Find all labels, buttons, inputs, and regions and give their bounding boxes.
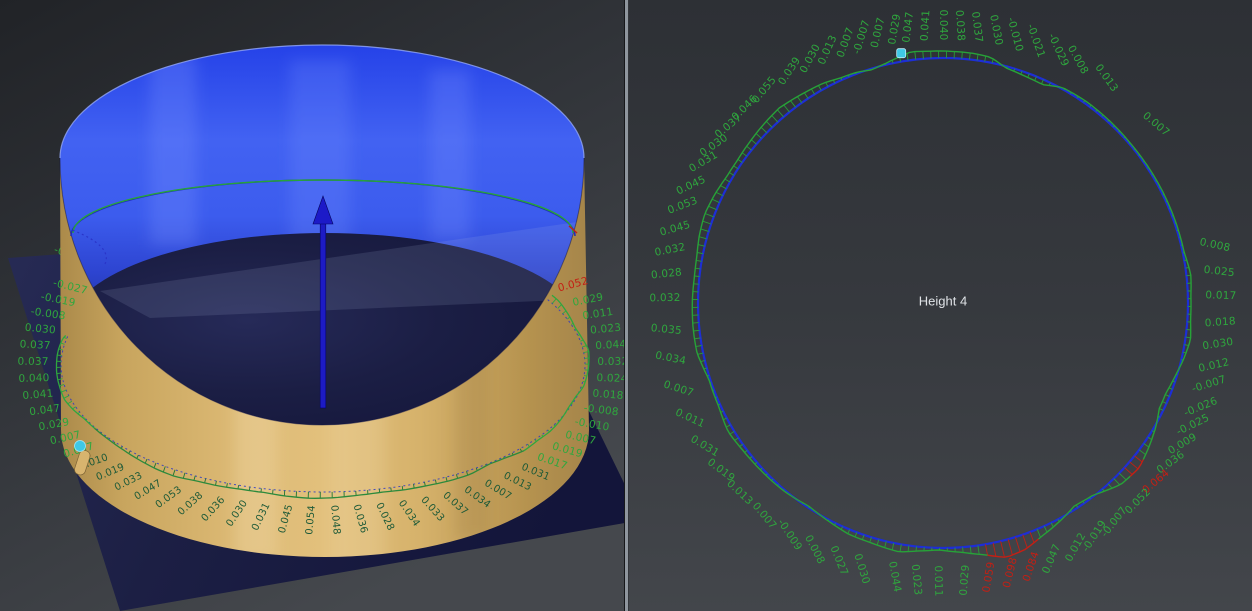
- deviation-label: 0.041: [919, 10, 933, 42]
- start-point-marker-2d[interactable]: [897, 49, 906, 58]
- view-3d-panel[interactable]: 0.0-0.01: [0, 0, 624, 611]
- deviation-label: 0.037: [18, 356, 49, 368]
- deviation-label: 0.011: [932, 565, 945, 596]
- deviation-label: 0.017: [1205, 289, 1236, 302]
- roundness-plot-panel[interactable]: 0.0470.0410.0400.0380.0370.030-0.010-0.0…: [629, 0, 1252, 611]
- deviation-label: 0.040: [937, 9, 949, 40]
- deviation-label: 0.037: [19, 338, 51, 352]
- deviation-label: 0.032: [649, 292, 680, 305]
- deviation-label: 0.029: [958, 564, 972, 596]
- deviation-label: 0.024: [596, 372, 624, 385]
- deviation-label: 0.018: [1204, 315, 1236, 329]
- app-window: 0.0-0.01: [0, 0, 1252, 611]
- deviation-label: 0.041: [22, 388, 54, 402]
- deviation-label: 0.032: [597, 356, 624, 368]
- marker-dot-icon: [75, 441, 86, 452]
- deviation-label: 0.040: [18, 372, 49, 385]
- section-label: Height 4: [919, 294, 967, 309]
- cylinder-3d-scene: 0.0-0.01: [0, 0, 624, 611]
- deviation-label: 0.044: [595, 338, 624, 352]
- deviation-label: 0.018: [592, 388, 624, 402]
- deviation-label: 0.038: [953, 10, 967, 42]
